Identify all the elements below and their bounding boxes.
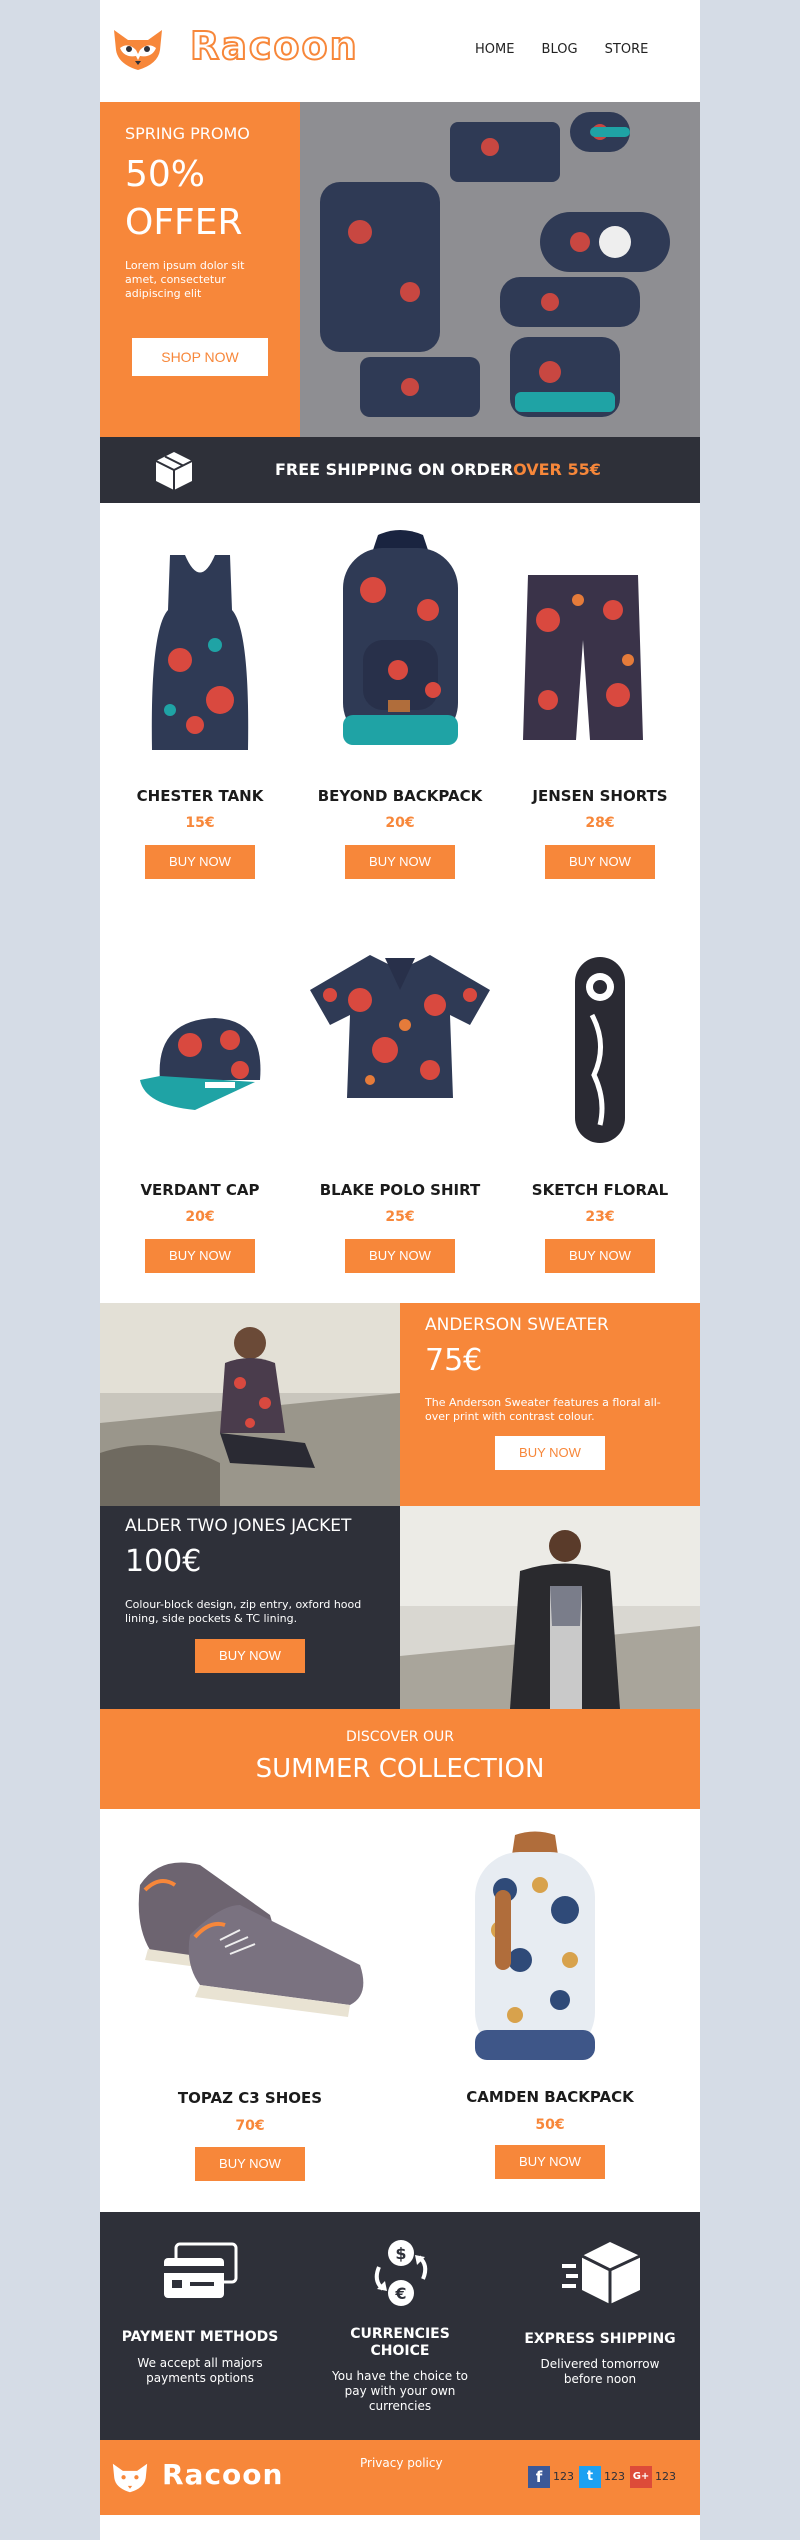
- hero-text: Lorem ipsum dolor sit amet, consectetur …: [125, 259, 245, 300]
- summer-collection-banner: DISCOVER OUR SUMMER COLLECTION: [100, 1709, 700, 1809]
- buy-now-button-sketch-floral[interactable]: BUY NOW: [545, 1239, 655, 1273]
- buy-now-button-camden-backpack[interactable]: BUY NOW: [495, 2145, 605, 2179]
- google-plus-count: 123: [655, 2470, 676, 2483]
- brand-logo-text[interactable]: Racoon: [189, 23, 359, 69]
- product-name-chester-tank[interactable]: CHESTER TANK: [100, 787, 300, 805]
- raccoon-logo-icon: [114, 30, 162, 70]
- buy-now-button-topaz-c3-shoes[interactable]: BUY NOW: [195, 2147, 305, 2181]
- product-name-camden-backpack[interactable]: CAMDEN BACKPACK: [450, 2088, 650, 2106]
- hero-product-flatlay-image: [300, 102, 700, 437]
- anderson-sweater-text: The Anderson Sweater features a floral a…: [425, 1396, 661, 1423]
- benefit-title-payment: PAYMENT METHODS: [121, 2329, 279, 2345]
- buy-now-button-jensen-shorts[interactable]: BUY NOW: [545, 845, 655, 879]
- footer: Racoon Privacy policy f 123 t 123 G+ 123: [100, 2440, 700, 2515]
- product-price-verdant-cap: 20€: [185, 1209, 215, 1225]
- product-price-topaz-c3-shoes: 70€: [235, 2118, 265, 2134]
- product-price-chester-tank: 15€: [185, 815, 215, 831]
- product-price-jensen-shorts: 28€: [585, 815, 615, 831]
- currency-exchange-icon: $ €: [374, 2240, 428, 2306]
- anderson-sweater-photo: [100, 1303, 400, 1506]
- buy-now-button-alder-jacket[interactable]: BUY NOW: [195, 1639, 305, 1673]
- benefit-text-express-shipping: Delivered tomorrow before noon: [540, 2357, 660, 2386]
- chester-tank-image: [151, 555, 249, 750]
- alder-jacket-title: ALDER TWO JONES JACKET: [125, 1516, 352, 1536]
- anderson-sweater-title: ANDERSON SWEATER: [425, 1315, 609, 1335]
- product-price-camden-backpack: 50€: [535, 2117, 565, 2133]
- buy-now-button-beyond-backpack[interactable]: BUY NOW: [345, 845, 455, 879]
- product-name-beyond-backpack[interactable]: BEYOND BACKPACK: [300, 787, 500, 805]
- beyond-backpack-image: [343, 530, 458, 745]
- buy-now-button-verdant-cap[interactable]: BUY NOW: [145, 1239, 255, 1273]
- free-shipping-bar: FREE SHIPPING ON ORDEROVER 55€: [100, 437, 700, 503]
- sketch-floral-skateboard-image: [575, 957, 625, 1143]
- footer-brand-logo-text[interactable]: Racoon: [162, 2458, 283, 2491]
- twitter-icon[interactable]: t: [579, 2466, 601, 2488]
- nav-home[interactable]: HOME: [475, 42, 514, 57]
- svg-text:€: €: [394, 2284, 406, 2303]
- product-name-verdant-cap[interactable]: VERDANT CAP: [100, 1181, 300, 1199]
- blake-polo-shirt-image: [310, 955, 490, 1098]
- alder-jacket-photo: [400, 1506, 700, 1709]
- benefit-text-payment: We accept all majors payments options: [137, 2356, 263, 2385]
- svg-text:$: $: [395, 2244, 406, 2263]
- credit-card-icon: [164, 2242, 238, 2298]
- anderson-sweater-panel: ANDERSON SWEATER 75€ The Anderson Sweate…: [400, 1303, 700, 1506]
- express-shipping-box-icon: [562, 2242, 641, 2304]
- camden-backpack-image: [475, 1831, 595, 2060]
- summer-title[interactable]: SUMMER COLLECTION: [100, 1754, 700, 1784]
- privacy-policy-link[interactable]: Privacy policy: [360, 2456, 443, 2470]
- hero-offer-percent: 50%: [125, 154, 206, 195]
- verdant-cap-image: [140, 1018, 261, 1110]
- twitter-count: 123: [604, 2470, 625, 2483]
- alder-jacket-price: 100€: [125, 1544, 202, 1579]
- product-name-topaz-c3-shoes[interactable]: TOPAZ C3 SHOES: [150, 2089, 350, 2107]
- product-price-beyond-backpack: 20€: [385, 815, 415, 831]
- nav-blog[interactable]: BLOG: [542, 42, 578, 57]
- benefit-title-currencies: CURRENCIES CHOICE: [350, 2326, 450, 2359]
- benefit-title-express-shipping: EXPRESS SHIPPING: [524, 2331, 676, 2347]
- benefit-text-currencies: You have the choice to pay with your own…: [332, 2369, 468, 2413]
- product-price-sketch-floral: 23€: [585, 1209, 615, 1225]
- alder-jacket-text: Colour-block design, zip entry, oxford h…: [125, 1598, 362, 1625]
- hero-promo-label: SPRING PROMO: [125, 124, 250, 143]
- buy-now-button-anderson-sweater[interactable]: BUY NOW: [495, 1436, 605, 1470]
- hero-offer-word: OFFER: [125, 202, 243, 243]
- alder-jacket-panel: ALDER TWO JONES JACKET 100€ Colour-block…: [100, 1506, 400, 1709]
- nav-store[interactable]: STORE: [605, 42, 649, 57]
- shop-now-button[interactable]: SHOP NOW: [132, 338, 268, 376]
- buy-now-button-chester-tank[interactable]: BUY NOW: [145, 845, 255, 879]
- footer-raccoon-logo-icon: [112, 2463, 148, 2493]
- google-plus-icon[interactable]: G+: [630, 2466, 652, 2488]
- product-price-blake-polo-shirt: 25€: [385, 1209, 415, 1225]
- facebook-count: 123: [553, 2470, 574, 2483]
- main-nav: HOME BLOG STORE: [475, 38, 670, 57]
- buy-now-button-blake-polo-shirt[interactable]: BUY NOW: [345, 1239, 455, 1273]
- jensen-shorts-image: [523, 575, 643, 740]
- box-icon: [155, 452, 193, 490]
- free-shipping-highlight: OVER 55€: [513, 460, 601, 479]
- topaz-c3-shoes-image: [138, 1862, 364, 2017]
- product-name-jensen-shorts[interactable]: JENSEN SHORTS: [500, 787, 700, 805]
- facebook-icon[interactable]: f: [528, 2466, 550, 2488]
- free-shipping-text: FREE SHIPPING ON ORDEROVER 55€: [275, 460, 601, 479]
- anderson-sweater-price: 75€: [425, 1343, 483, 1378]
- header: Racoon HOME BLOG STORE: [100, 0, 700, 102]
- email-container: Racoon HOME BLOG STORE SPRING PROMO 50% …: [100, 0, 700, 2540]
- benefits-section: $ € PAYMENT METHODS We accept all majors…: [100, 2212, 700, 2440]
- summer-kicker: DISCOVER OUR: [346, 1729, 454, 1745]
- hero-promo-panel: SPRING PROMO 50% OFFER Lorem ipsum dolor…: [100, 102, 300, 437]
- product-name-blake-polo-shirt[interactable]: BLAKE POLO SHIRT: [300, 1181, 500, 1199]
- product-name-sketch-floral[interactable]: SKETCH FLORAL: [500, 1181, 700, 1199]
